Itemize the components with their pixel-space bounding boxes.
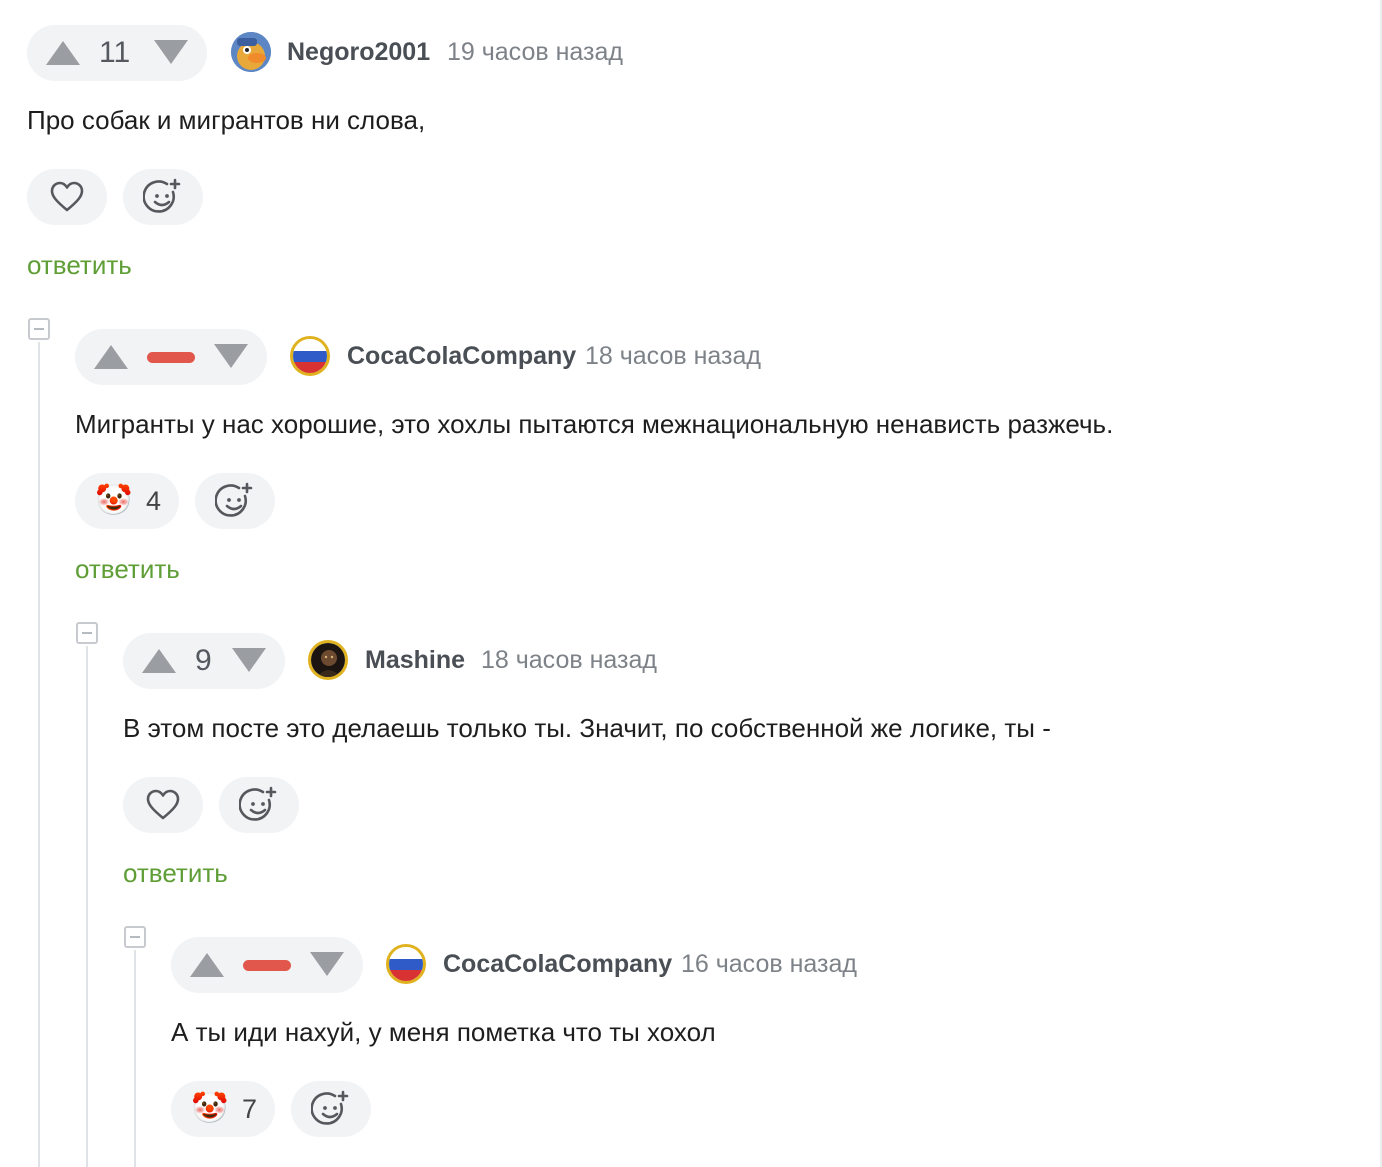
vote-control: 11	[27, 25, 207, 81]
username[interactable]: CocaColaCompany	[347, 341, 576, 371]
collapse-thread-button[interactable]	[28, 318, 50, 340]
heart-icon	[50, 181, 84, 212]
add-reaction-button[interactable]	[219, 777, 299, 833]
avatar[interactable]	[231, 32, 271, 72]
smiley-plus-icon	[143, 178, 181, 213]
reaction-button[interactable]: 🤡 7	[171, 1081, 275, 1137]
vote-control	[75, 329, 267, 385]
downvote-icon[interactable]	[154, 40, 188, 64]
downvote-icon[interactable]	[232, 648, 266, 672]
reply-link[interactable]: ответить	[75, 554, 180, 584]
smiley-plus-icon	[215, 482, 253, 517]
timestamp[interactable]: 19 часов назад	[447, 37, 623, 67]
downvote-icon[interactable]	[310, 952, 344, 976]
comment-rating: 9	[195, 644, 212, 677]
thread-line	[134, 950, 136, 1167]
collapse-thread-button[interactable]	[76, 622, 98, 644]
smiley-plus-icon	[239, 786, 277, 821]
duck-avatar-image	[231, 32, 271, 72]
comment: 9 Mashine 18 часов назад В этом посте эт…	[123, 633, 1363, 903]
add-reaction-button[interactable]	[195, 473, 275, 529]
collapse-thread-button[interactable]	[124, 926, 146, 948]
downvote-icon[interactable]	[214, 344, 248, 368]
timestamp[interactable]: 18 часов назад	[585, 341, 761, 371]
comment-text: Мигранты у нас хорошие, это хохлы пытают…	[75, 409, 1114, 439]
username[interactable]: CocaColaCompany	[443, 949, 672, 979]
clown-face-icon: 🤡	[191, 1092, 229, 1125]
add-reaction-button[interactable]	[123, 169, 203, 225]
comment-text: А ты иди нахуй, у меня пометка что ты хо…	[171, 1017, 716, 1047]
username[interactable]: Mashine	[365, 645, 465, 675]
upvote-icon[interactable]	[190, 953, 224, 977]
clown-face-icon: 🤡	[95, 484, 133, 517]
vote-control	[171, 937, 363, 993]
avatar[interactable]	[386, 944, 426, 984]
upvote-icon[interactable]	[94, 345, 128, 369]
negative-rating-indicator	[243, 960, 291, 971]
reply-link[interactable]: ответить	[123, 858, 228, 888]
comment: 11 Negoro2001 19 часов назад Про собак и…	[27, 25, 1327, 295]
avatar[interactable]	[308, 640, 348, 680]
like-button[interactable]	[123, 777, 203, 833]
comment-text: Про собак и мигрантов ни слова,	[27, 105, 426, 135]
upvote-icon[interactable]	[46, 41, 80, 65]
reaction-button[interactable]: 🤡 4	[75, 473, 179, 529]
upvote-icon[interactable]	[142, 649, 176, 673]
timestamp[interactable]: 18 часов назад	[481, 645, 657, 675]
comment: CocaColaCompany 18 часов назад Мигранты …	[75, 329, 1365, 599]
username[interactable]: Negoro2001	[287, 37, 430, 67]
heart-icon	[146, 789, 180, 820]
negative-rating-indicator	[147, 352, 195, 363]
thread-line	[38, 342, 40, 1167]
reaction-count: 4	[146, 486, 162, 516]
add-reaction-button[interactable]	[291, 1081, 371, 1137]
reaction-count: 7	[242, 1094, 258, 1124]
vote-control: 9	[123, 633, 285, 689]
timestamp[interactable]: 16 часов назад	[681, 949, 857, 979]
comment-rating: 11	[99, 36, 131, 69]
user-photo-avatar	[311, 643, 345, 677]
smiley-plus-icon	[311, 1090, 349, 1125]
avatar[interactable]	[290, 336, 330, 376]
comment: CocaColaCompany 16 часов назад А ты иди …	[171, 937, 1361, 1167]
like-button[interactable]	[27, 169, 107, 225]
thread-line	[86, 646, 88, 1167]
reply-link[interactable]: ответить	[27, 250, 132, 280]
comment-text: В этом посте это делаешь только ты. Знач…	[123, 713, 1051, 743]
